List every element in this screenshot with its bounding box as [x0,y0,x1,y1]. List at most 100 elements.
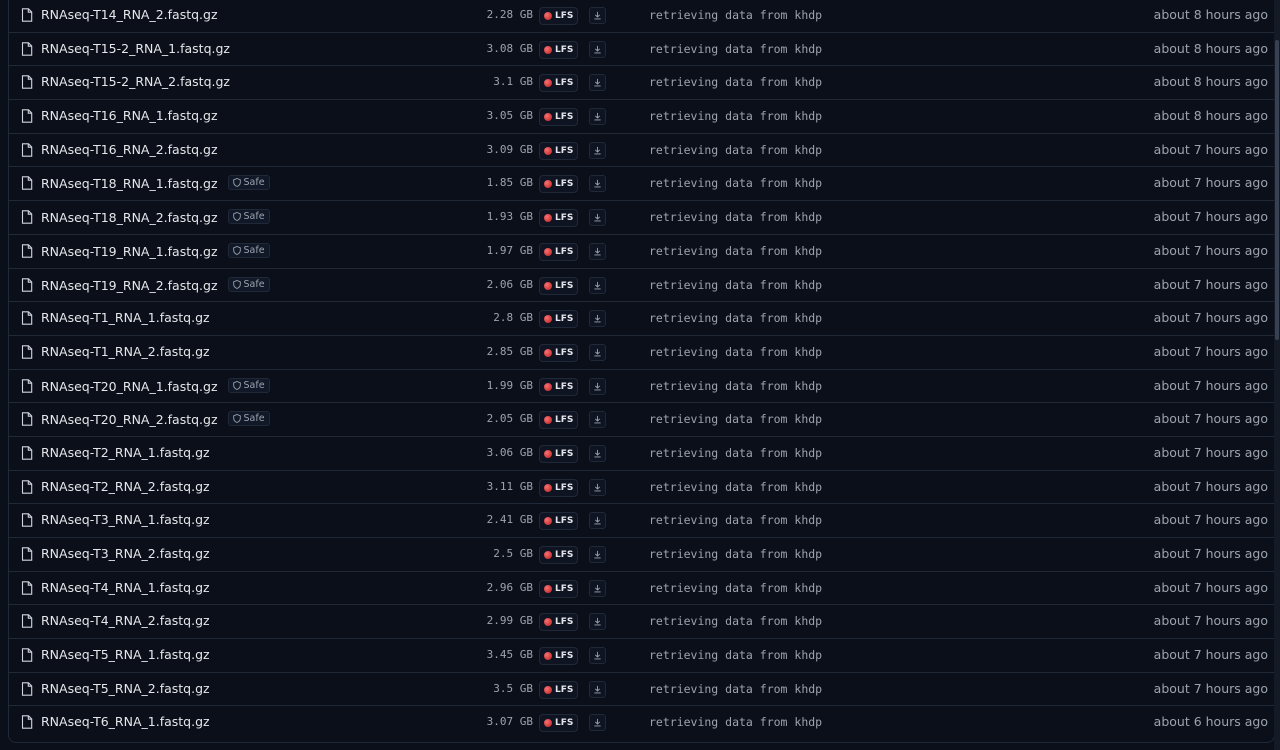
lfs-label: LFS [555,179,574,190]
commit-message-link[interactable]: retrieving data from khdp [649,244,822,258]
download-button[interactable] [589,209,606,227]
file-name[interactable]: RNAseq-T20_RNA_1.fastq.gz [41,379,218,394]
commit-message-link[interactable]: retrieving data from khdp [649,176,822,190]
commit-message-link[interactable]: retrieving data from khdp [649,42,822,56]
commit-message-link[interactable]: retrieving data from khdp [649,75,822,89]
file-name-link[interactable]: RNAseq-T3_RNA_2.fastq.gz [41,546,210,561]
file-name[interactable]: RNAseq-T3_RNA_2.fastq.gz [41,546,210,561]
file-name-link[interactable]: RNAseq-T4_RNA_1.fastq.gz [41,580,210,595]
commit-message-link[interactable]: retrieving data from khdp [649,715,822,729]
download-button[interactable] [589,7,606,24]
file-row: RNAseq-T19_RNA_1.fastq.gz Safe 1.97 GB L… [9,235,1274,269]
file-icon [21,479,33,494]
file-name[interactable]: RNAseq-T20_RNA_2.fastq.gz [41,412,218,427]
download-button[interactable] [589,343,606,361]
commit-message-link[interactable]: retrieving data from khdp [649,311,822,325]
download-button[interactable] [589,108,606,126]
download-button[interactable] [589,546,606,563]
download-button[interactable] [589,512,606,530]
scrollbar-thumb[interactable] [1275,40,1279,340]
file-name[interactable]: RNAseq-T16_RNA_1.fastq.gz [41,108,218,123]
commit-message-link[interactable]: retrieving data from khdp [649,109,822,123]
download-button[interactable] [589,276,606,294]
file-name[interactable]: RNAseq-T14_RNA_2.fastq.gz [41,7,218,22]
file-name[interactable]: RNAseq-T19_RNA_1.fastq.gz [41,244,218,259]
download-button[interactable] [589,444,606,462]
lfs-badge: LFS [539,411,579,430]
commit-message-link[interactable]: retrieving data from khdp [649,379,822,393]
file-name-link[interactable]: RNAseq-T1_RNA_2.fastq.gz [41,344,210,359]
file-name-link[interactable]: RNAseq-T3_RNA_1.fastq.gz [41,512,210,527]
file-name-link[interactable]: RNAseq-T18_RNA_1.fastq.gz Safe [41,175,270,191]
file-name-link[interactable]: RNAseq-T19_RNA_1.fastq.gz Safe [41,242,270,259]
file-name-link[interactable]: RNAseq-T16_RNA_1.fastq.gz [41,108,218,123]
file-name[interactable]: RNAseq-T6_RNA_1.fastq.gz [41,714,210,729]
commit-message-link[interactable]: retrieving data from khdp [649,210,822,224]
file-name-link[interactable]: RNAseq-T1_RNA_1.fastq.gz [41,310,210,325]
file-name-link[interactable]: RNAseq-T14_RNA_2.fastq.gz [41,7,218,22]
lfs-icon [544,348,552,357]
file-name[interactable]: RNAseq-T15-2_RNA_2.fastq.gz [41,74,230,89]
download-icon [594,382,601,390]
file-name[interactable]: RNAseq-T4_RNA_2.fastq.gz [41,613,210,628]
lfs-badge: LFS [539,512,579,531]
file-size: 3.45 GB [486,648,533,662]
commit-message-link[interactable]: retrieving data from khdp [649,682,822,696]
file-name[interactable]: RNAseq-T2_RNA_1.fastq.gz [41,445,210,460]
file-name-link[interactable]: RNAseq-T5_RNA_1.fastq.gz [41,647,210,662]
commit-message-link[interactable]: retrieving data from khdp [649,648,822,662]
file-name-link[interactable]: RNAseq-T18_RNA_2.fastq.gz Safe [41,209,270,225]
download-button[interactable] [589,613,606,631]
download-button[interactable] [589,175,606,193]
file-name-link[interactable]: RNAseq-T6_RNA_1.fastq.gz [41,714,210,729]
file-name-link[interactable]: RNAseq-T15-2_RNA_2.fastq.gz [41,74,230,89]
safe-label: Safe [243,278,265,290]
commit-message-link[interactable]: retrieving data from khdp [649,513,822,527]
file-name-link[interactable]: RNAseq-T5_RNA_2.fastq.gz [41,681,210,696]
commit-message-link[interactable]: retrieving data from khdp [649,278,822,292]
file-name[interactable]: RNAseq-T16_RNA_2.fastq.gz [41,142,218,157]
file-name-link[interactable]: RNAseq-T2_RNA_2.fastq.gz [41,479,210,494]
file-name-link[interactable]: RNAseq-T19_RNA_2.fastq.gz Safe [41,276,270,293]
commit-message-link[interactable]: retrieving data from khdp [649,581,822,595]
file-name[interactable]: RNAseq-T5_RNA_2.fastq.gz [41,681,210,696]
commit-message-link[interactable]: retrieving data from khdp [649,446,822,460]
download-button[interactable] [589,714,606,732]
download-button[interactable] [589,141,606,159]
file-name-link[interactable]: RNAseq-T4_RNA_2.fastq.gz [41,613,210,628]
shield-icon [232,245,241,255]
commit-message-link[interactable]: retrieving data from khdp [649,345,822,359]
download-button[interactable] [589,647,606,665]
commit-message-link[interactable]: retrieving data from khdp [649,547,822,561]
commit-message-link[interactable]: retrieving data from khdp [649,412,822,426]
commit-message-link[interactable]: retrieving data from khdp [649,143,822,157]
file-name[interactable]: RNAseq-T5_RNA_1.fastq.gz [41,647,210,662]
download-button[interactable] [589,579,606,597]
download-button[interactable] [589,40,606,58]
file-name[interactable]: RNAseq-T4_RNA_1.fastq.gz [41,580,210,595]
commit-message-link[interactable]: retrieving data from khdp [649,480,822,494]
file-name[interactable]: RNAseq-T1_RNA_2.fastq.gz [41,344,210,359]
download-button[interactable] [589,478,606,496]
file-name[interactable]: RNAseq-T3_RNA_1.fastq.gz [41,512,210,527]
file-name-link[interactable]: RNAseq-T2_RNA_1.fastq.gz [41,445,210,460]
download-button[interactable] [589,377,606,395]
commit-message-link[interactable]: retrieving data from khdp [649,8,822,22]
file-name[interactable]: RNAseq-T1_RNA_1.fastq.gz [41,310,210,325]
file-name[interactable]: RNAseq-T18_RNA_2.fastq.gz [41,210,218,225]
file-name-link[interactable]: RNAseq-T15-2_RNA_1.fastq.gz [41,41,230,56]
file-name[interactable]: RNAseq-T15-2_RNA_1.fastq.gz [41,41,230,56]
download-button[interactable] [589,310,606,328]
commit-message-link[interactable]: retrieving data from khdp [649,614,822,628]
file-name-link[interactable]: RNAseq-T16_RNA_2.fastq.gz [41,142,218,157]
file-name-link[interactable]: RNAseq-T20_RNA_2.fastq.gz Safe [41,411,270,427]
file-name[interactable]: RNAseq-T18_RNA_1.fastq.gz [41,176,218,191]
download-button[interactable] [589,242,606,260]
download-button[interactable] [589,680,606,698]
file-name-link[interactable]: RNAseq-T20_RNA_1.fastq.gz Safe [41,377,270,394]
lfs-label: LFS [555,78,574,89]
file-name[interactable]: RNAseq-T2_RNA_2.fastq.gz [41,479,210,494]
download-button[interactable] [589,74,606,92]
file-name[interactable]: RNAseq-T19_RNA_2.fastq.gz [41,278,218,293]
download-button[interactable] [589,411,606,429]
